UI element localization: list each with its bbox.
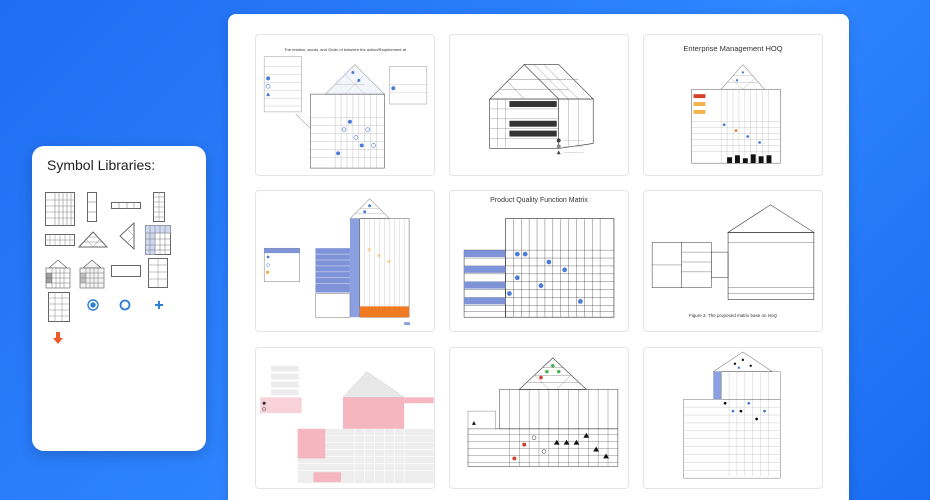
colored-grid-symbol[interactable]: [145, 225, 171, 255]
hoq-blue-thumbnail: [263, 198, 411, 326]
triangle-roof-symbol[interactable]: [78, 230, 108, 248]
symbol-libraries-title: Symbol Libraries:: [47, 157, 156, 173]
hoq-triangle-thumbnail: [467, 357, 619, 467]
template-card-9[interactable]: [643, 347, 823, 489]
template-gallery: The relation, words, and Order of betwee…: [228, 14, 849, 500]
template-card-2[interactable]: [449, 34, 629, 176]
template-title: Enterprise Management HOQ: [683, 44, 783, 53]
template-card-6[interactable]: Figure 3. The proposed matrix base on Ho…: [643, 190, 823, 332]
template-card-1[interactable]: The relation, words, and Order of betwee…: [255, 34, 435, 176]
horizontal-grid-symbol[interactable]: [45, 234, 75, 246]
product-matrix-thumbnail: [463, 218, 615, 318]
proposed-matrix-thumbnail: [651, 204, 815, 300]
hoq-matrix-grid-symbol[interactable]: [45, 192, 75, 226]
arrow-down-icon[interactable]: [53, 332, 63, 344]
empty-rectangle-symbol[interactable]: [111, 265, 141, 277]
vertical-grid-symbol[interactable]: [153, 192, 165, 222]
horizontal-bar-symbol[interactable]: [111, 202, 141, 209]
left-triangle-symbol[interactable]: [119, 222, 135, 250]
enterprise-hoq-thumbnail: [691, 64, 781, 164]
hoq-pink-thumbnail: [260, 365, 434, 484]
template-title: The relation, words, and Order of betwee…: [284, 47, 406, 52]
hoq-dots-thumbnail: [683, 351, 781, 479]
template-title: Product Quality Function Matrix: [490, 197, 588, 204]
table-large-symbol[interactable]: [48, 292, 70, 322]
filled-circle-icon[interactable]: [87, 299, 99, 311]
template-card-7[interactable]: [255, 347, 435, 489]
vertical-bar-symbol[interactable]: [87, 192, 97, 222]
plus-icon[interactable]: [154, 300, 164, 310]
template-card-8[interactable]: [449, 347, 629, 489]
template-title: Figure 3. The proposed matrix base on Ho…: [689, 313, 777, 318]
template-card-3[interactable]: Enterprise Management HOQ: [643, 34, 823, 176]
hoq-thumbnail-1: [263, 56, 428, 169]
ring-icon[interactable]: [119, 299, 131, 311]
hoq-3d-thumbnail: [488, 64, 594, 155]
house-diagram-symbol[interactable]: [45, 258, 71, 290]
house-diagram-shaded-symbol[interactable]: [79, 258, 105, 290]
table-grid-symbol[interactable]: [148, 258, 168, 288]
template-card-4[interactable]: [255, 190, 435, 332]
symbol-libraries-panel: Symbol Libraries:: [32, 146, 206, 451]
template-card-5[interactable]: Product Quality Function Matrix: [449, 190, 629, 332]
